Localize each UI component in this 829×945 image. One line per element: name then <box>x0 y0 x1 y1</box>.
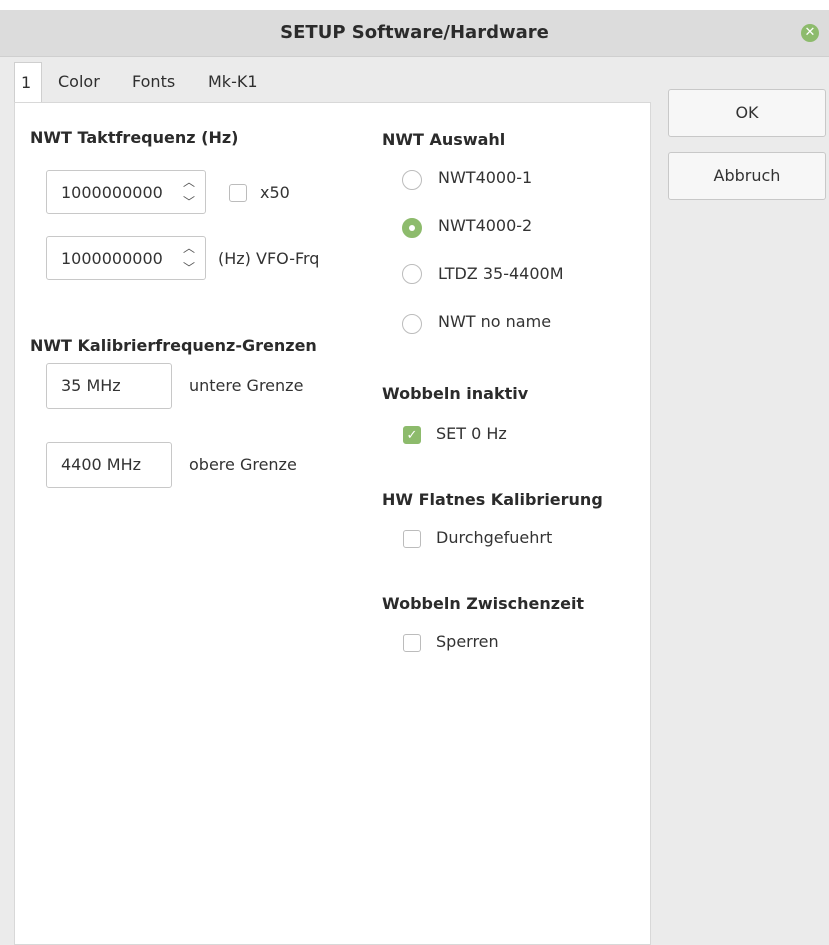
sperren-label: Sperren <box>436 632 499 651</box>
hw-flatnes-header: HW Flatnes Kalibrierung <box>382 490 603 509</box>
wobbeln-inaktiv-header: Wobbeln inaktiv <box>382 384 529 403</box>
spin-up-icon[interactable]: ︿ <box>183 173 195 190</box>
radio-ltdz[interactable] <box>402 264 422 284</box>
lower-limit-input[interactable]: 35 MHz <box>46 363 172 409</box>
tab-mk-k1[interactable]: Mk-K1 <box>208 62 258 102</box>
set-0hz-label: SET 0 Hz <box>436 424 507 443</box>
takt-frequency-value: 1000000000 <box>61 183 163 202</box>
spin-up-icon[interactable]: ︿ <box>183 239 195 256</box>
radio-nwt4000-1-label: NWT4000-1 <box>438 168 533 187</box>
upper-limit-label: obere Grenze <box>189 455 297 474</box>
tab-fonts[interactable]: Fonts <box>132 62 175 102</box>
set-0hz-checkbox[interactable]: ✓ <box>403 426 421 444</box>
close-icon[interactable]: ✕ <box>801 24 819 42</box>
radio-nwt-no-name[interactable] <box>402 314 422 334</box>
x50-label: x50 <box>260 183 290 202</box>
cancel-button[interactable]: Abbruch <box>668 152 826 200</box>
lower-limit-label: untere Grenze <box>189 376 304 395</box>
vfo-frequency-value: 1000000000 <box>61 249 163 268</box>
kalib-header: NWT Kalibrierfrequenz-Grenzen <box>30 336 317 355</box>
vfo-frq-label: (Hz) VFO-Frq <box>218 249 320 268</box>
radio-nwt-no-name-label: NWT no name <box>438 312 552 331</box>
title-bar: SETUP Software/Hardware ✕ <box>0 10 829 57</box>
spin-arrows[interactable]: ︿ ﹀ <box>175 171 205 213</box>
tab-panel <box>14 102 651 945</box>
takt-frequency-spinbox[interactable]: 1000000000 ︿ ﹀ <box>46 170 206 214</box>
tab-1[interactable]: 1 <box>14 62 42 102</box>
vfo-frequency-spinbox[interactable]: 1000000000 ︿ ﹀ <box>46 236 206 280</box>
takt-header: NWT Taktfrequenz (Hz) <box>30 128 239 147</box>
radio-nwt4000-2-label: NWT4000-2 <box>438 216 533 235</box>
durchgefuehrt-label: Durchgefuehrt <box>436 528 553 547</box>
x50-checkbox[interactable] <box>229 184 247 202</box>
radio-nwt4000-1[interactable] <box>402 170 422 190</box>
radio-nwt4000-2[interactable] <box>402 218 422 238</box>
durchgefuehrt-checkbox[interactable] <box>403 530 421 548</box>
sperren-checkbox[interactable] <box>403 634 421 652</box>
window-title: SETUP Software/Hardware <box>280 22 549 43</box>
ok-button[interactable]: OK <box>668 89 826 137</box>
spin-arrows[interactable]: ︿ ﹀ <box>175 237 205 279</box>
wobbeln-zwischenzeit-header: Wobbeln Zwischenzeit <box>382 594 585 613</box>
spin-down-icon[interactable]: ﹀ <box>183 193 195 210</box>
spin-down-icon[interactable]: ﹀ <box>183 259 195 276</box>
tab-color[interactable]: Color <box>58 62 100 102</box>
radio-ltdz-label: LTDZ 35-4400M <box>438 264 564 283</box>
auswahl-header: NWT Auswahl <box>382 130 506 149</box>
upper-limit-input[interactable]: 4400 MHz <box>46 442 172 488</box>
